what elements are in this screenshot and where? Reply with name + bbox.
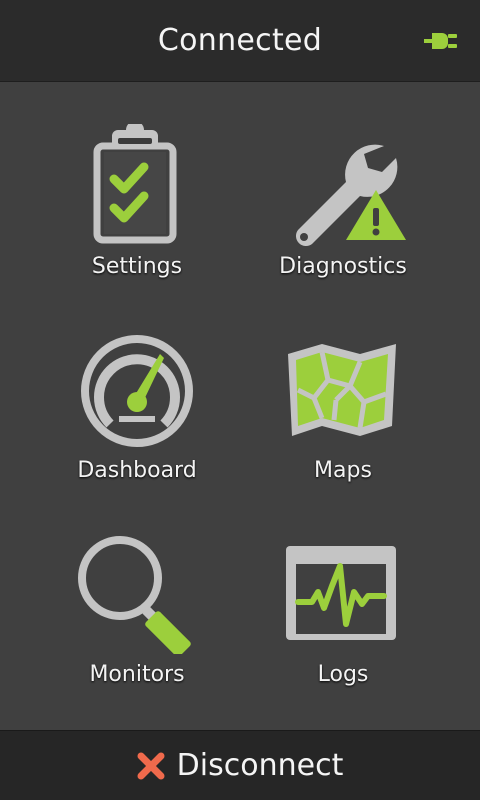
menu-item-dashboard-label: Dashboard: [77, 458, 197, 483]
waveform-log-icon: [286, 546, 396, 640]
connection-status-title: Connected: [157, 23, 323, 58]
menu-item-diagnostics[interactable]: Diagnostics: [240, 122, 446, 312]
map-icon: [288, 344, 396, 436]
menu-item-maps[interactable]: Maps: [240, 326, 446, 516]
menu-item-dashboard[interactable]: Dashboard: [34, 326, 240, 516]
header-bar: Connected: [0, 0, 480, 82]
wrench-warning-icon: [296, 144, 406, 246]
menu-item-settings-label: Settings: [91, 254, 183, 279]
menu-item-monitors[interactable]: Monitors: [34, 530, 240, 720]
disconnect-label: Disconnect: [176, 748, 344, 783]
menu-item-diagnostics-label: Diagnostics: [279, 254, 407, 279]
magnifier-icon: [78, 536, 191, 654]
menu-item-logs[interactable]: Logs: [240, 530, 446, 720]
menu-item-monitors-label: Monitors: [89, 662, 185, 687]
gauge-icon: [81, 335, 193, 447]
app-screen: Connected Settings Diagnostics Dashboard…: [0, 0, 480, 800]
plug-icon: [424, 33, 457, 49]
clipboard-checklist-icon: [93, 124, 177, 244]
menu-item-maps-label: Maps: [314, 458, 372, 483]
close-icon: [137, 752, 165, 779]
menu-item-settings[interactable]: Settings: [34, 122, 240, 312]
main-menu-grid: Settings Diagnostics Dashboard Maps Moni…: [0, 82, 480, 730]
disconnect-button[interactable]: Disconnect: [0, 730, 480, 800]
menu-item-logs-label: Logs: [317, 662, 369, 687]
